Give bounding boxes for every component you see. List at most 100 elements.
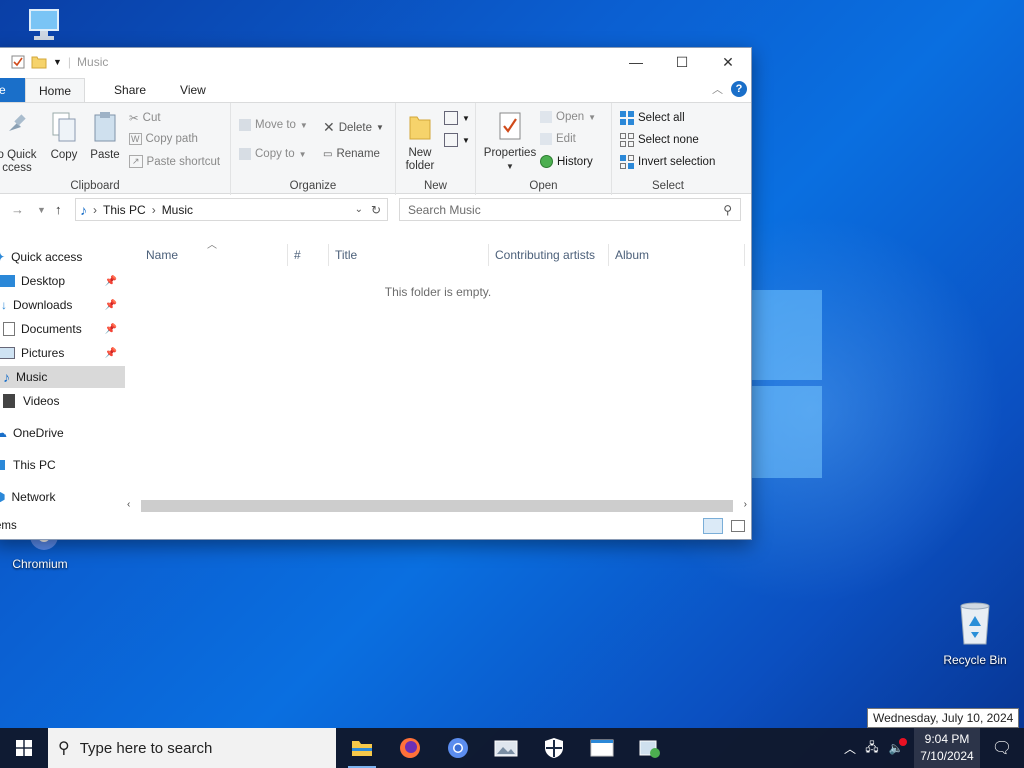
copy-button[interactable]: Copy	[47, 111, 81, 162]
show-hidden-icons-icon[interactable]: ︿	[840, 740, 860, 757]
nav-this-pc[interactable]: This PC	[0, 454, 125, 476]
copy-to-button[interactable]: Copy to ▼	[239, 148, 307, 160]
nav-pictures[interactable]: Pictures 📌	[0, 342, 125, 364]
recent-locations-icon[interactable]: ▼	[37, 205, 46, 215]
file-explorer-window[interactable]: ▼ | Music — ☐ ✕ e Home Share View ︿ ? o …	[0, 47, 752, 540]
app-window-icon	[590, 739, 614, 757]
rename-icon: ▭	[323, 148, 333, 160]
address-bar[interactable]: ♪ › This PC › Music ⌄ ↻	[75, 198, 388, 221]
scroll-right-icon[interactable]: ›	[744, 499, 747, 510]
cut-button[interactable]: ✂ Cut	[129, 111, 161, 125]
new-item-button[interactable]: ▼	[444, 111, 470, 125]
easy-access-icon	[444, 133, 458, 147]
properties-check-icon[interactable]	[11, 55, 25, 69]
clock-date: 7/10/2024	[920, 749, 974, 763]
clock[interactable]: 9:04 PM 7/10/2024	[914, 728, 980, 768]
column-title[interactable]: Title	[335, 248, 357, 262]
clipboard-group-label: Clipboard	[70, 180, 120, 192]
column-name[interactable]: Name	[146, 248, 178, 262]
easy-access-button[interactable]: ▼	[444, 133, 470, 147]
taskbar-photos[interactable]	[482, 728, 530, 768]
folder-icon[interactable]	[31, 55, 47, 69]
forward-arrow-icon[interactable]: →	[11, 202, 24, 217]
new-folder-button[interactable]: New folder	[402, 111, 438, 173]
column-contributing-artists[interactable]: Contributing artists	[495, 248, 595, 262]
tab-share[interactable]: Share	[101, 78, 159, 102]
rename-button[interactable]: ▭ Rename	[323, 148, 380, 160]
properties-icon	[499, 112, 521, 140]
tab-file[interactable]: e	[0, 78, 25, 102]
desktop-icon-this-pc[interactable]	[4, 8, 84, 51]
breadcrumb-this-pc[interactable]: This PC	[103, 203, 146, 217]
desktop-icon-recycle-bin[interactable]: Recycle Bin	[935, 602, 1015, 667]
taskbar-control-panel[interactable]	[626, 728, 674, 768]
volume-muted-icon[interactable]: 🔈	[884, 738, 908, 755]
nav-desktop[interactable]: Desktop 📌	[0, 270, 125, 292]
edit-button[interactable]: Edit	[540, 133, 576, 145]
delete-button[interactable]: ✕ Delete ▼	[323, 119, 384, 136]
tab-home[interactable]: Home	[25, 78, 86, 102]
paste-shortcut-button[interactable]: ↗ Paste shortcut	[129, 155, 220, 168]
large-icons-view-icon[interactable]	[731, 520, 745, 532]
scrollbar-thumb[interactable]	[141, 500, 733, 512]
address-bar-row: → ▼ ↑ ♪ › This PC › Music ⌄ ↻ Search Mus…	[0, 194, 751, 226]
maximize-button[interactable]: ☐	[659, 48, 705, 76]
nav-quick-access[interactable]: ✦ Quick access	[0, 246, 125, 268]
nav-videos[interactable]: Videos	[0, 390, 125, 412]
action-center-icon[interactable]: 🗨	[980, 738, 1024, 758]
address-dropdown-icon[interactable]: ⌄	[355, 204, 363, 215]
paste-shortcut-icon: ↗	[129, 155, 143, 168]
scroll-left-icon[interactable]: ‹	[127, 499, 130, 510]
pin-to-quick-access-button[interactable]: o Quick ccess	[0, 113, 39, 175]
up-arrow-icon[interactable]: ↑	[55, 202, 62, 217]
file-list[interactable]: ︿ Name # Title Contributing artists Albu…	[125, 240, 751, 520]
horizontal-scrollbar[interactable]: ‹ ›	[125, 498, 751, 514]
refresh-icon[interactable]: ↻	[371, 203, 381, 217]
nav-onedrive[interactable]: ☁ OneDrive	[0, 422, 125, 444]
date-tooltip: Wednesday, July 10, 2024	[867, 708, 1020, 728]
nav-music[interactable]: ♪ Music	[0, 366, 125, 388]
quick-access-toolbar: ▼ |	[0, 55, 71, 69]
nav-documents[interactable]: Documents 📌	[0, 318, 125, 340]
pictures-icon	[0, 347, 15, 359]
move-to-button[interactable]: Move to ▼	[239, 119, 308, 131]
taskbar-search[interactable]: ⚲ Type here to search	[48, 728, 336, 768]
edit-icon	[540, 133, 552, 145]
title-bar[interactable]: ▼ | Music — ☐ ✕	[0, 48, 751, 76]
breadcrumb-music[interactable]: Music	[162, 203, 193, 217]
start-button[interactable]	[0, 728, 48, 768]
help-icon[interactable]: ?	[731, 81, 747, 97]
new-item-icon	[444, 111, 458, 125]
system-tray: ︿ 🖧 🔈 9:04 PM 7/10/2024 🗨	[840, 728, 1024, 768]
column-number[interactable]: #	[294, 248, 301, 262]
search-input[interactable]: Search Music	[408, 203, 481, 217]
sort-ascending-icon: ︿	[207, 240, 217, 251]
history-button[interactable]: History	[540, 155, 593, 168]
nav-downloads[interactable]: ↓ Downloads 📌	[0, 294, 125, 316]
properties-button[interactable]: Properties ▼	[482, 111, 538, 173]
close-button[interactable]: ✕	[705, 48, 751, 76]
minimize-button[interactable]: —	[613, 48, 659, 76]
network-status-icon[interactable]: 🖧	[860, 738, 884, 759]
invert-selection-button[interactable]: Invert selection	[620, 155, 715, 169]
details-view-icon[interactable]	[703, 518, 723, 534]
taskbar-search-input[interactable]: Type here to search	[80, 740, 213, 757]
taskbar-security[interactable]	[530, 728, 578, 768]
taskbar-window[interactable]	[578, 728, 626, 768]
taskbar-chromium[interactable]	[434, 728, 482, 768]
column-album[interactable]: Album	[615, 248, 649, 262]
taskbar-file-explorer[interactable]	[338, 728, 386, 768]
download-arrow-icon: ↓	[1, 298, 7, 312]
select-all-button[interactable]: Select all	[620, 111, 685, 125]
collapse-ribbon-icon[interactable]: ︿	[712, 81, 723, 97]
qat-dropdown-icon[interactable]: ▼	[53, 57, 62, 67]
taskbar-firefox[interactable]	[386, 728, 434, 768]
open-button[interactable]: Open ▼	[540, 111, 596, 123]
paste-button[interactable]: Paste	[87, 111, 123, 162]
select-none-button[interactable]: Select none	[620, 133, 699, 147]
nav-network[interactable]: ⬢ Network	[0, 486, 125, 508]
copy-path-button[interactable]: W Copy path	[129, 133, 198, 145]
clipboard-group: o Quick ccess Copy Paste ✂ Cut W Copy path…	[0, 103, 231, 195]
search-box[interactable]: Search Music ⚲	[399, 198, 741, 221]
tab-view[interactable]: View	[167, 78, 219, 102]
